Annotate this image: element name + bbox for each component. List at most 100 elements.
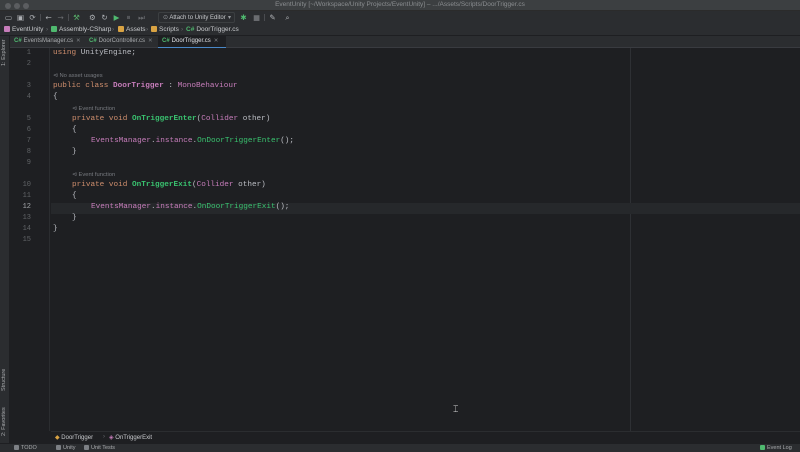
code-line-13: }: [72, 214, 77, 222]
breadcrumb-item-assembly[interactable]: Assembly-CSharp: [51, 26, 111, 33]
structure-tool-button[interactable]: Structure: [1, 369, 7, 391]
title-bar: EventUnity [~/Workspace/Unity Projects/E…: [0, 0, 800, 11]
breadcrumb-item-method[interactable]: ◈ OnTriggerExit: [109, 434, 152, 441]
code-line-7: EventsManager.instance.OnDoorTriggerEnte…: [91, 137, 294, 145]
unit-tests-tool-button[interactable]: Unit Tests: [84, 445, 115, 451]
breadcrumb-item-project[interactable]: EventUnity: [4, 26, 43, 33]
chevron-right-icon: ›: [112, 26, 115, 33]
line-number: 9: [26, 159, 31, 167]
close-icon[interactable]: ✕: [148, 38, 153, 44]
todo-tool-button[interactable]: TODO: [14, 445, 37, 451]
parameter-type: Collider: [196, 181, 234, 189]
event-log-icon: [760, 445, 765, 450]
toolbar-divider: [40, 14, 41, 21]
punctuation: ();: [275, 203, 290, 211]
search-icon[interactable]: ⌕: [283, 13, 292, 22]
status-bar: TODO Unity Unit Tests Event Log: [0, 443, 800, 452]
left-tool-strip: 1: Explorer Structure 2: Favorites: [0, 36, 10, 443]
csharp-file-icon: C#: [186, 26, 195, 33]
stop-icon[interactable]: ■: [252, 13, 261, 22]
breadcrumb: EventUnity › Assembly-CSharp › Assets › …: [0, 24, 800, 36]
method-call: OnDoorTriggerExit: [197, 203, 276, 211]
parameter: other): [233, 181, 266, 189]
explorer-tool-button[interactable]: 1: Explorer: [1, 39, 7, 66]
code-line-11: {: [72, 192, 77, 200]
tab-doorcontroller[interactable]: C# DoorController.cs ✕: [85, 36, 158, 48]
line-number: 10: [22, 181, 31, 189]
chevron-down-icon: ▾: [227, 14, 231, 21]
unity-tool-button[interactable]: Unity: [56, 445, 76, 451]
parameter: other): [238, 115, 271, 123]
run-config-label: Attach to Unity Editor: [169, 15, 226, 21]
event-log-tool-button[interactable]: Event Log: [760, 445, 792, 451]
line-number-gutter[interactable]: 1 2 3 4 5 6 7 8 9 10 11 12 13 14 15: [10, 48, 59, 431]
breadcrumb-item-assets[interactable]: Assets: [118, 26, 146, 33]
sync-icon[interactable]: ⟳: [28, 13, 37, 22]
settings-wrench-icon[interactable]: ✎: [268, 13, 277, 22]
event-function-hint[interactable]: ⊲ Event function: [72, 172, 115, 178]
usages-hint[interactable]: ⊲ No asset usages: [53, 73, 103, 79]
line-number: 4: [26, 93, 31, 101]
pause-icon[interactable]: ⏸: [124, 13, 133, 22]
folder-icon: [151, 26, 157, 32]
breadcrumb-item-class[interactable]: ◆ DoorTrigger: [55, 434, 93, 441]
keyword: using: [53, 49, 77, 57]
breadcrumb-item-scripts[interactable]: Scripts: [151, 26, 179, 33]
forward-icon[interactable]: →: [56, 13, 65, 22]
member-reference: instance: [155, 203, 193, 211]
chevron-right-icon: ›: [46, 26, 49, 33]
punctuation: :: [163, 82, 178, 90]
toolbar-divider: [264, 14, 265, 21]
close-icon[interactable]: ✕: [76, 38, 81, 44]
line-number: 11: [22, 192, 31, 200]
chevron-right-icon: ›: [146, 26, 149, 33]
folder-icon: [118, 26, 124, 32]
tab-doortrigger[interactable]: C# DoorTrigger.cs ✕: [158, 36, 226, 48]
code-line-8: }: [72, 148, 77, 156]
class-name: DoorTrigger: [112, 82, 164, 90]
chevron-right-icon: ›: [103, 434, 105, 440]
line-number: 7: [26, 137, 31, 145]
window-title: EventUnity [~/Workspace/Unity Projects/E…: [275, 1, 525, 8]
csharp-file-icon: C#: [89, 38, 97, 44]
parameter-type: Collider: [201, 115, 239, 123]
favorites-tool-button[interactable]: 2: Favorites: [1, 407, 7, 436]
event-function-hint[interactable]: ⊲ Event function: [72, 106, 115, 112]
run-configuration-select[interactable]: ⊙ Attach to Unity Editor ▾: [158, 12, 235, 23]
main-toolbar: ▭ ▣ ⟳ ← → ⚒ ⚙ ↻ ▶ ⏸ ⏭ ⊙ Attach to Unity …: [0, 11, 800, 24]
code-line-6: {: [72, 126, 77, 134]
play-icon[interactable]: ▶: [112, 13, 121, 22]
project-icon: [4, 26, 10, 32]
csharp-file-icon: C#: [162, 38, 170, 44]
csharp-file-icon: C#: [14, 38, 22, 44]
chevron-right-icon: ›: [181, 26, 184, 33]
todo-icon: [14, 445, 19, 450]
code-editor[interactable]: using UnityEngine; ⊲ No asset usages pub…: [51, 48, 800, 431]
right-margin-guide: [630, 48, 631, 431]
assembly-icon: [51, 26, 57, 32]
line-number: 15: [22, 236, 31, 244]
code-line-5: private void OnTriggerEnter(Collider oth…: [72, 115, 270, 123]
method-name: OnTriggerEnter: [131, 115, 197, 123]
line-number: 14: [22, 225, 31, 233]
breadcrumb-item-file[interactable]: C# DoorTrigger.cs: [186, 26, 239, 33]
unity-icon: [56, 445, 61, 450]
base-class: MonoBehaviour: [177, 82, 238, 90]
class-reference: EventsManager: [91, 203, 151, 211]
namespace: UnityEngine;: [76, 49, 137, 57]
tab-eventsmanager[interactable]: C# EventsManager.cs ✕: [10, 36, 85, 48]
save-icon[interactable]: ▣: [16, 13, 25, 22]
close-icon[interactable]: ✕: [214, 38, 219, 44]
line-number: 13: [22, 214, 31, 222]
method-call: OnDoorTriggerEnter: [197, 137, 281, 145]
build-hammer-icon[interactable]: ⚒: [72, 13, 81, 22]
line-number: 3: [26, 82, 31, 90]
refresh-icon[interactable]: ↻: [100, 13, 109, 22]
open-folder-icon[interactable]: ▭: [4, 13, 13, 22]
step-icon[interactable]: ⏭: [137, 13, 146, 22]
structure-breadcrumb: ◆ DoorTrigger › ◈ OnTriggerExit: [51, 431, 800, 443]
line-number: 1: [26, 49, 31, 57]
back-icon[interactable]: ←: [44, 13, 53, 22]
debug-bug-icon[interactable]: ✱: [239, 13, 248, 22]
unity-attach-icon[interactable]: ⚙: [88, 13, 97, 22]
